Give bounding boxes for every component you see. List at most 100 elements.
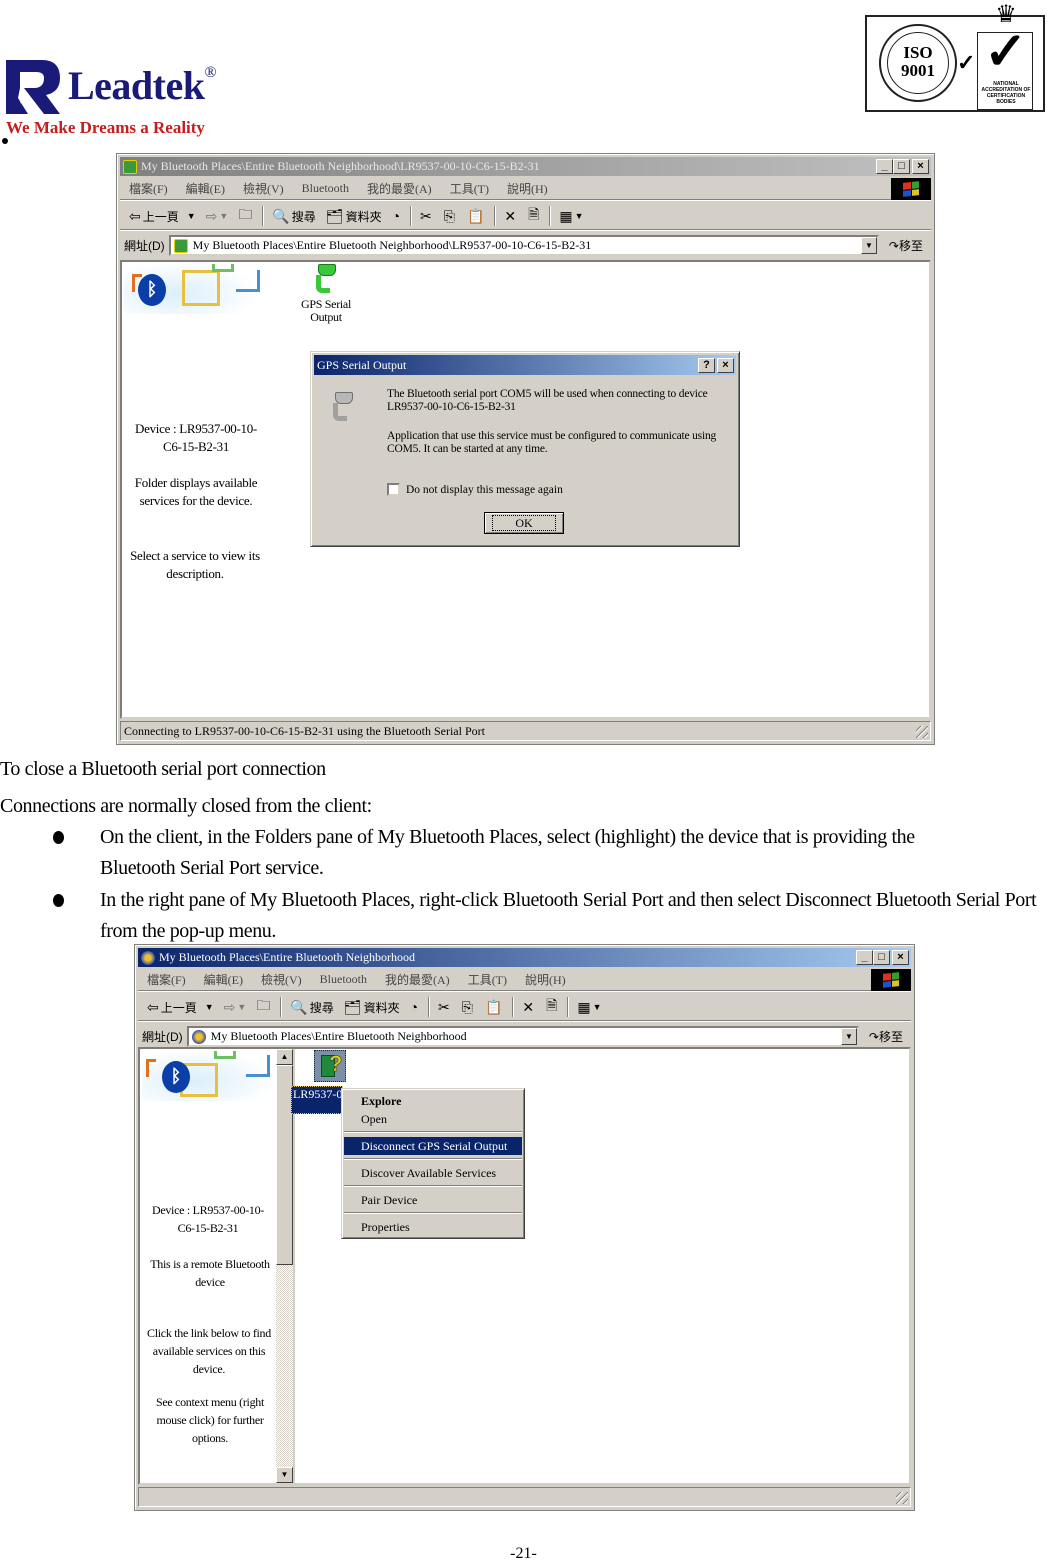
go-button[interactable]: ↷移至 xyxy=(859,1028,911,1045)
menu-edit[interactable]: 編輯(E) xyxy=(195,971,252,988)
paste-button[interactable]: 📋 xyxy=(480,999,509,1016)
scroll-up-button[interactable]: ▲ xyxy=(276,1049,293,1065)
dialog-title: GPS Serial Output xyxy=(317,357,407,372)
address-label: 網址(D) xyxy=(142,1030,183,1044)
up-folder-button[interactable]: 🗀 xyxy=(251,995,277,1019)
maximize-button[interactable]: □ xyxy=(873,950,890,965)
left-pane-scrollbar[interactable]: ▲ ▼ xyxy=(276,1049,293,1483)
title-bar: My Bluetooth Places\Entire Bluetooth Nei… xyxy=(120,157,931,176)
up-folder-icon: 🗀 xyxy=(256,997,271,1013)
bullet-icon xyxy=(53,894,64,907)
menu-item-disconnect[interactable]: Disconnect GPS Serial Output xyxy=(344,1137,522,1155)
menu-separator xyxy=(344,1131,522,1133)
delete-button[interactable]: ✕ xyxy=(499,208,523,225)
dropdown-arrow-icon: ▼ xyxy=(204,1002,214,1012)
dialog-title-bar: GPS Serial Output ? × xyxy=(314,355,736,375)
maximize-button[interactable]: □ xyxy=(893,159,910,174)
paste-icon: 📋 xyxy=(466,207,485,224)
properties-button[interactable]: 🗎 xyxy=(541,995,564,1019)
menu-help[interactable]: 說明(H) xyxy=(498,180,557,197)
remote-device-text: This is a remote Bluetooth device xyxy=(150,1257,270,1289)
menu-file[interactable]: 檔案(F) xyxy=(138,971,195,988)
menu-favorites[interactable]: 我的最愛(A) xyxy=(358,180,441,197)
menu-tools[interactable]: 工具(T) xyxy=(441,180,498,197)
check-icon: ✓ xyxy=(984,24,1028,81)
cut-button[interactable]: ✂ xyxy=(415,208,439,225)
address-dropdown-button[interactable]: ▼ xyxy=(860,237,877,254)
menu-bluetooth[interactable]: Bluetooth xyxy=(311,972,376,987)
menu-view[interactable]: 檢視(V) xyxy=(252,971,311,988)
address-input[interactable]: My Bluetooth Places\Entire Bluetooth Nei… xyxy=(186,1026,859,1047)
status-bar: Connecting to LR9537-00-10-C6-15-B2-31 u… xyxy=(120,721,931,741)
cut-button[interactable]: ✂ xyxy=(433,999,457,1016)
dropdown-arrow-icon: ▼ xyxy=(592,1002,602,1012)
go-button[interactable]: ↷移至 xyxy=(879,237,931,254)
back-button[interactable]: ⇦ 上一頁 ▼ xyxy=(124,208,201,225)
menu-bar: 檔案(F) 編輯(E) 檢視(V) Bluetooth 我的最愛(A) 工具(T… xyxy=(138,969,911,991)
back-arrow-icon: ⇦ xyxy=(129,207,141,224)
bullet-icon xyxy=(53,831,64,844)
scroll-down-button[interactable]: ▼ xyxy=(276,1467,293,1483)
address-dropdown-button[interactable]: ▼ xyxy=(840,1028,857,1045)
menu-item-pair-device[interactable]: Pair Device xyxy=(344,1191,522,1209)
menu-item-explore[interactable]: Explore xyxy=(344,1092,522,1110)
up-folder-button[interactable]: 🗀 xyxy=(233,204,259,228)
status-text: Connecting to LR9537-00-10-C6-15-B2-31 u… xyxy=(124,723,485,738)
delete-button[interactable]: ✕ xyxy=(517,999,541,1016)
context-menu-hint: See context menu (right mouse click) for… xyxy=(155,1395,265,1445)
views-button[interactable]: ▦ ▼ xyxy=(572,999,606,1016)
back-button[interactable]: ⇦ 上一頁 ▼ xyxy=(142,999,219,1016)
address-input[interactable]: My Bluetooth Places\Entire Bluetooth Nei… xyxy=(168,235,879,256)
ok-button[interactable]: OK xyxy=(484,512,564,534)
go-arrow-icon: ↷ xyxy=(868,1030,879,1044)
menu-edit[interactable]: 編輯(E) xyxy=(177,180,234,197)
bluetooth-device-icon xyxy=(123,159,137,174)
history-icon: ◔ xyxy=(391,208,401,224)
forward-button[interactable]: ⇨ ▼ xyxy=(219,999,252,1016)
menu-item-properties[interactable]: Properties xyxy=(344,1218,522,1236)
pane-divider[interactable] xyxy=(293,1049,295,1483)
views-grid-icon: ▦ xyxy=(559,207,573,224)
folders-button[interactable]: 🗂 資料夾 xyxy=(321,208,387,225)
history-button[interactable]: ◔ xyxy=(387,208,407,224)
paste-button[interactable]: 📋 xyxy=(462,208,491,225)
resize-grip[interactable] xyxy=(896,1492,908,1504)
context-menu: Explore Open Disconnect GPS Serial Outpu… xyxy=(341,1088,525,1239)
remote-device-label[interactable]: LR9537-00-10-C6-15-B2-31 xyxy=(291,1086,343,1114)
menu-bluetooth[interactable]: Bluetooth xyxy=(293,181,358,196)
address-bar: 網址(D) My Bluetooth Places\Entire Bluetoo… xyxy=(138,1024,911,1049)
help-button[interactable]: ? xyxy=(698,357,715,373)
history-button[interactable]: ◔ xyxy=(405,999,425,1015)
menu-item-discover-services[interactable]: Discover Available Services xyxy=(344,1164,522,1182)
iso-certification-logo: ISO 9001 ✓ ✓ NATIONAL ACCREDITATION OF CE… xyxy=(865,2,1047,114)
menu-file[interactable]: 檔案(F) xyxy=(120,180,177,197)
menu-help[interactable]: 說明(H) xyxy=(516,971,575,988)
checkbox[interactable] xyxy=(387,483,400,496)
copy-button[interactable]: ⎘ xyxy=(439,208,462,225)
gps-serial-output-service[interactable]: GPS Serial Output xyxy=(287,264,365,330)
delete-x-icon: ✕ xyxy=(504,207,517,224)
close-button[interactable]: × xyxy=(892,950,909,965)
dialog-close-button[interactable]: × xyxy=(717,357,734,373)
resize-grip[interactable] xyxy=(916,726,928,738)
menu-favorites[interactable]: 我的最愛(A) xyxy=(376,971,459,988)
views-button[interactable]: ▦ ▼ xyxy=(554,208,588,225)
remote-device-icon[interactable]: ? xyxy=(314,1050,346,1082)
search-button[interactable]: 🔍 搜尋 xyxy=(285,999,338,1016)
properties-button[interactable]: 🗎 xyxy=(523,204,546,228)
brand-name: Leadtek® xyxy=(68,63,217,108)
forward-button[interactable]: ⇨ ▼ xyxy=(201,208,234,225)
scissors-icon: ✂ xyxy=(438,998,450,1015)
menu-separator xyxy=(344,1185,522,1187)
search-button[interactable]: 🔍 搜尋 xyxy=(267,208,320,225)
minimize-button[interactable]: _ xyxy=(856,950,873,965)
menu-item-open[interactable]: Open xyxy=(344,1110,522,1128)
copy-button[interactable]: ⎘ xyxy=(457,999,480,1016)
menu-tools[interactable]: 工具(T) xyxy=(459,971,516,988)
menu-view[interactable]: 檢視(V) xyxy=(234,180,293,197)
minimize-button[interactable]: _ xyxy=(876,159,893,174)
dont-show-again-checkbox[interactable]: Do not display this message again xyxy=(387,483,563,496)
bullet-dot xyxy=(2,138,8,144)
close-button[interactable]: × xyxy=(912,159,929,174)
folders-button[interactable]: 🗂 資料夾 xyxy=(339,999,405,1016)
